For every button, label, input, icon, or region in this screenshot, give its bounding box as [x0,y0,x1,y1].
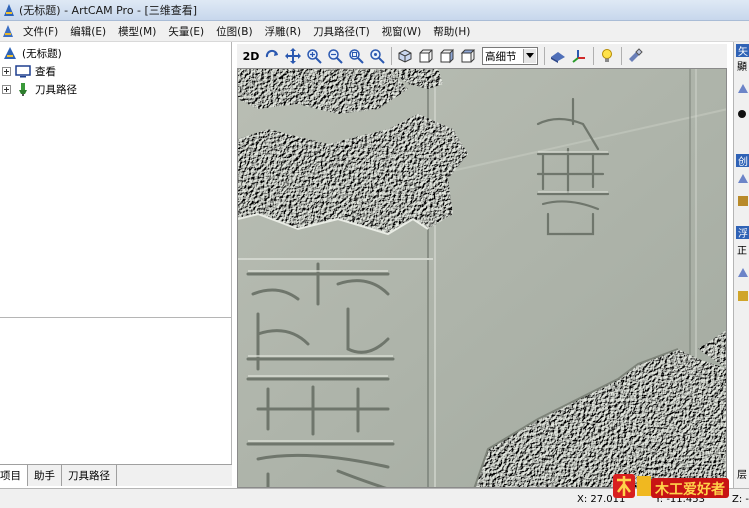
menu-help[interactable]: 帮助(H) [427,24,476,39]
bullet-icon[interactable] [737,108,749,120]
shading-icon[interactable] [548,46,568,66]
relief-tool-icon[interactable] [737,266,749,278]
menu-toolpaths[interactable]: 刀具路径(T) [307,24,376,39]
zoom-fit-icon[interactable] [367,46,387,66]
detail-level-select[interactable]: 高细节 [482,47,538,65]
project-tree-panel: (无标题) 查看 刀具路径 [0,42,232,317]
tree-item-toolpaths-label: 刀具路径 [35,83,77,96]
menu-file[interactable]: 文件(F) [17,24,64,39]
create-panel-header[interactable]: 创 [736,154,749,167]
front-view-icon[interactable] [416,46,436,66]
status-z-coordinate: Z: - [732,493,749,505]
menu-window[interactable]: 视窗(W) [376,24,428,39]
detail-level-value: 高细节 [485,50,517,63]
vector-panel-text: 顯 [737,62,747,73]
zoom-out-icon[interactable] [325,46,345,66]
axis-icon[interactable] [569,46,589,66]
menu-bitmap[interactable]: 位图(B) [210,24,258,39]
tree-root-label: (无标题) [22,47,62,60]
create-action-icon[interactable] [737,195,749,207]
top-view-icon[interactable] [458,46,478,66]
right-dock-panel: 矢 顯 创 浮 正 层 [733,42,749,488]
menu-bar: 文件(F) 编辑(E) 模型(M) 矢量(E) 位图(B) 浮雕(R) 刀具路径… [0,21,749,42]
artcam-app-icon[interactable] [3,3,15,17]
watermark-logo: 木工爱好者 [611,470,731,502]
light-icon[interactable] [597,46,617,66]
tree-item-view-label: 查看 [35,65,56,78]
rotate-icon[interactable] [262,46,282,66]
iso-view-icon[interactable] [395,46,415,66]
2d-view-button[interactable]: 2D [241,46,261,66]
menu-edit[interactable]: 编辑(E) [64,24,112,39]
monitor-icon [15,64,31,78]
toolbar-separator [593,47,594,65]
relief-panel-header[interactable]: 浮 [736,226,749,239]
zoom-in-icon[interactable] [304,46,324,66]
tree-item-toolpaths[interactable]: 刀具路径 [2,81,77,97]
menu-relief[interactable]: 浮雕(R) [259,24,308,39]
expand-icon[interactable] [2,66,11,76]
tab-assistant[interactable]: 助手 [28,465,62,486]
document-menu-icon[interactable] [0,23,16,39]
project-icon [2,46,18,60]
side-view-icon[interactable] [437,46,457,66]
view-toolbar: 2D 高细节 [237,44,727,68]
pan-icon[interactable] [283,46,303,66]
menu-vector[interactable]: 矢量(E) [162,24,210,39]
tree-root[interactable]: (无标题) [2,45,62,61]
title-bar: (无标题) - ArtCAM Pro - [三维查看] [0,0,749,21]
create-tool-icon[interactable] [737,172,749,184]
layer-label: 层 [737,470,747,481]
expand-icon[interactable] [2,84,11,94]
toolbar-separator [544,47,545,65]
watermark-logo-text: 木工爱好者 [655,482,725,498]
relief-panel-text: 正 [737,246,747,257]
left-panel-tabs: 项目 助手 刀具路径 [0,464,232,486]
settings-icon[interactable] [625,46,645,66]
zoom-box-icon[interactable] [346,46,366,66]
relief-action-icon[interactable] [737,290,749,302]
properties-panel [0,317,232,464]
3d-view[interactable] [237,68,727,488]
menu-model[interactable]: 模型(M) [112,24,162,39]
vector-panel-header[interactable]: 矢 [736,44,749,57]
toolbar-separator [391,47,392,65]
toolbar-separator [621,47,622,65]
tab-toolpaths[interactable]: 刀具路径 [62,465,117,486]
vector-tool-icon[interactable] [737,82,749,94]
toolpath-icon [15,82,31,96]
relief-render [238,69,726,487]
tree-item-view[interactable]: 查看 [2,63,56,79]
chevron-down-icon[interactable] [523,49,536,63]
window-title: (无标题) - ArtCAM Pro - [三维查看] [19,4,198,17]
tab-project[interactable]: 项目 [0,465,28,486]
